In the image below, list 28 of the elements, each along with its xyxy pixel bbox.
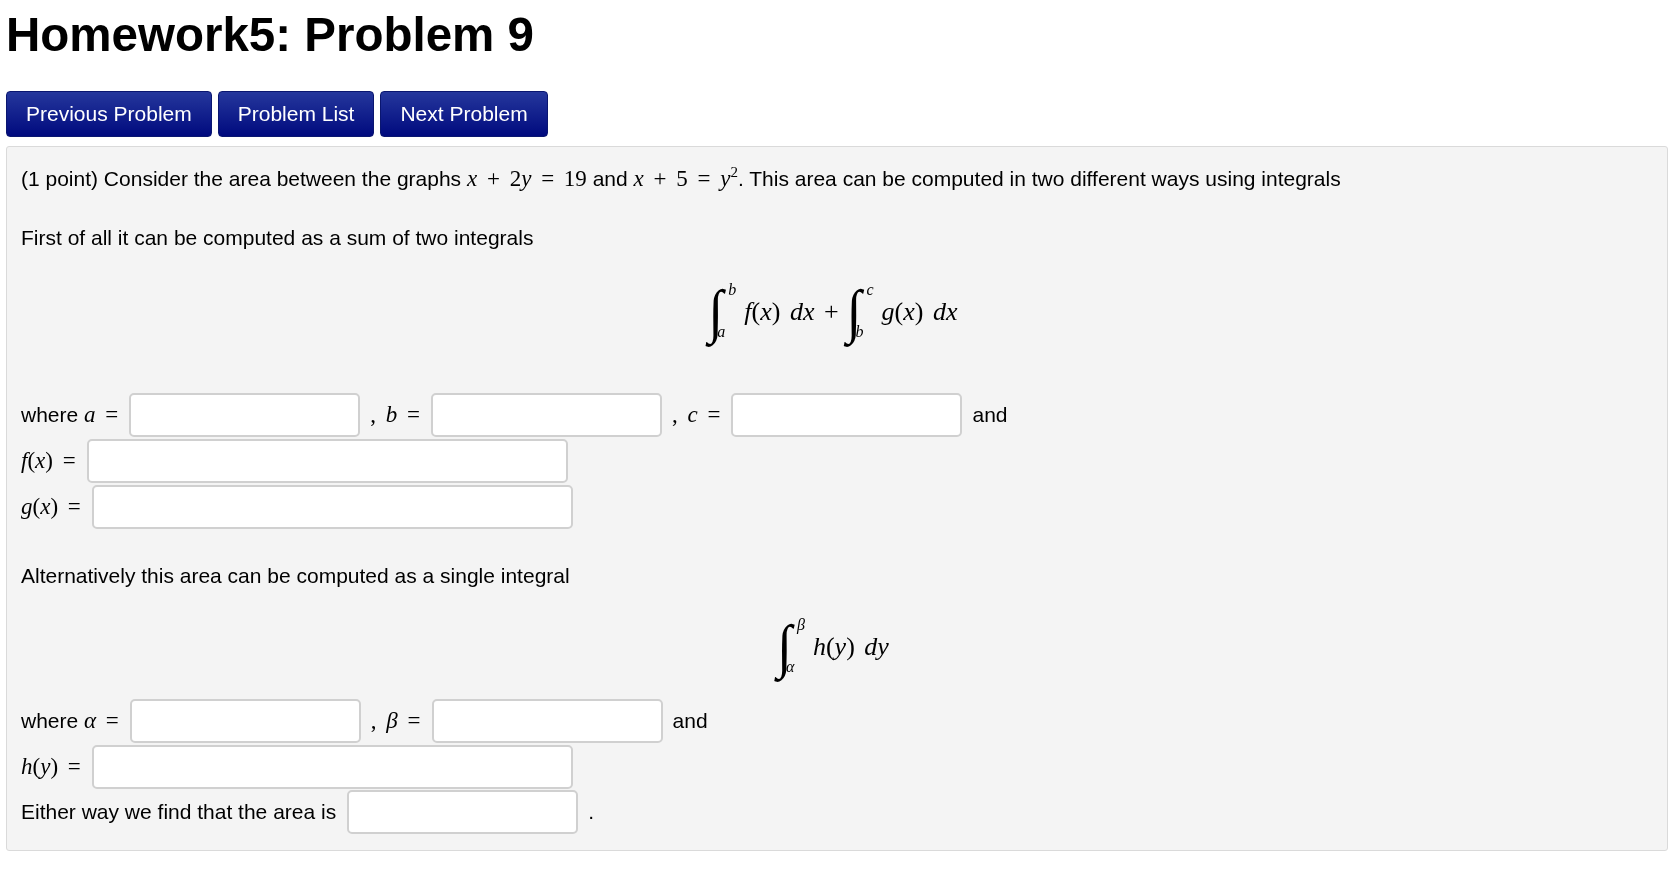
answer-field[interactable] xyxy=(731,393,963,438)
answer-field[interactable] xyxy=(86,439,568,484)
problem-text: First of all it can be computed as a sum of two integrals xyxy=(21,225,535,252)
prompt-text: , β = xyxy=(370,707,421,736)
answer-field[interactable] xyxy=(129,393,361,438)
problem-text: (1 point) Consider the area between the graphs x + 2y = 19 and x + 5 = y$^{2}$. This area can be computed in two different ways using integrals xyxy=(21,165,1342,193)
problem-text: Alternatively this area can be computed as a single integral xyxy=(21,563,571,590)
prompt-text: where a = xyxy=(21,401,119,430)
answer-field[interactable] xyxy=(91,745,573,790)
prompt-text: , b = xyxy=(370,401,420,430)
answer-field[interactable] xyxy=(431,699,663,744)
prompt-text: Either way we find that the area is xyxy=(21,799,337,826)
answer-field[interactable] xyxy=(129,699,361,744)
prompt-text: where α = xyxy=(21,707,119,736)
prompt-text: . xyxy=(588,799,594,826)
prompt-text: g(x) = xyxy=(21,493,81,522)
prompt-text: f(x) = xyxy=(21,447,76,476)
answer-field[interactable] xyxy=(347,790,579,835)
nav-button[interactable]: Problem List xyxy=(217,91,375,138)
answer-field[interactable] xyxy=(91,485,573,530)
page-title: Homework5: Problem 9 xyxy=(6,7,535,63)
prompt-text: and xyxy=(672,708,708,735)
prompt-text: and xyxy=(972,402,1008,429)
nav-button[interactable]: Previous Problem xyxy=(6,91,212,138)
prompt-text: , c = xyxy=(672,401,721,430)
prompt-text: h(y) = xyxy=(21,753,81,782)
nav-button[interactable]: Next Problem xyxy=(380,91,548,138)
answer-field[interactable] xyxy=(431,393,662,438)
